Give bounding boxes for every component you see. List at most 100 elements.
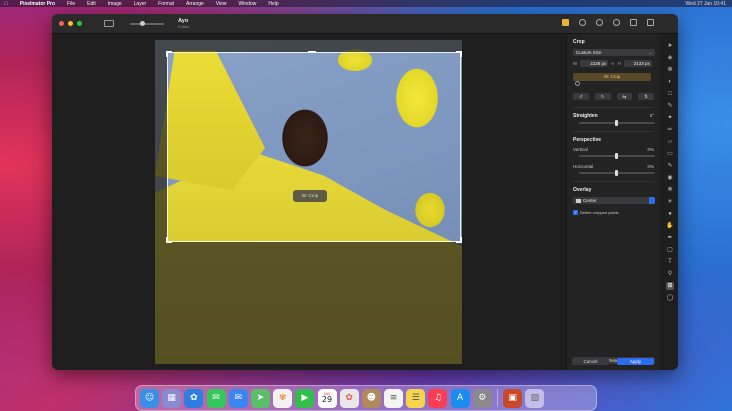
- document-title: Ayo Edited: [178, 18, 189, 30]
- horizontal-slider[interactable]: [579, 170, 655, 177]
- crop-preset-select[interactable]: Custom Size ⌄: [573, 49, 655, 56]
- style-tool-icon[interactable]: ◈: [666, 54, 674, 62]
- trash-icon[interactable]: ▧: [525, 388, 545, 408]
- horizontal-value[interactable]: 0%: [647, 164, 654, 169]
- crop-handle-bottom-right[interactable]: [456, 237, 462, 243]
- pixelmator-icon[interactable]: ✿: [339, 388, 359, 408]
- menu-arrange[interactable]: Arrange: [186, 1, 204, 7]
- overlay-select[interactable]: Center: [573, 197, 655, 205]
- calendar-icon[interactable]: JAN 29: [317, 388, 337, 408]
- menu-help[interactable]: Help: [268, 1, 278, 7]
- pen-tool-icon[interactable]: ✒: [666, 234, 674, 242]
- smart-select-icon[interactable]: ✎: [666, 102, 674, 110]
- photo-thumbnail-icon[interactable]: ▣: [503, 388, 523, 408]
- warp-tool-icon[interactable]: ✋: [666, 222, 674, 230]
- crop-handle-bottom-left[interactable]: [166, 237, 172, 243]
- crop-tool-icon[interactable]: ⊞: [666, 282, 674, 290]
- titlebar-tools: [562, 19, 654, 26]
- fill-tool-icon[interactable]: ▱: [666, 138, 674, 146]
- menu-file[interactable]: File: [67, 1, 75, 7]
- adjust-icon[interactable]: [596, 19, 603, 26]
- section-straighten-title: Straighten: [573, 113, 598, 120]
- height-field[interactable]: 2133 px: [623, 60, 652, 67]
- straighten-slider[interactable]: [579, 120, 655, 127]
- menu-window[interactable]: Window: [239, 1, 257, 7]
- flip-vertical-icon[interactable]: ⇅: [638, 93, 654, 101]
- dock: ☺ ▦ ✿ ✉ ✉ ➤ ✾ ▶ JAN 29 ✿ ☻ ≡ ☰ ♫ A ⚙ ▣ ▧: [135, 385, 597, 411]
- crop-handle-top-right[interactable]: [456, 51, 462, 57]
- zoom-tool-icon[interactable]: ⚲: [666, 270, 674, 278]
- crop-frame[interactable]: [166, 51, 462, 243]
- vertical-slider[interactable]: [579, 153, 655, 160]
- arrange-tool-icon[interactable]: ➤: [666, 42, 674, 50]
- delete-cropped-checkbox[interactable]: ✓: [573, 210, 578, 216]
- light-tool-icon[interactable]: ☀: [666, 198, 674, 206]
- menu-edit[interactable]: Edit: [87, 1, 96, 7]
- reminders-icon[interactable]: ≡: [384, 388, 404, 408]
- paint-tool-icon[interactable]: ✏: [666, 126, 674, 134]
- sidebar-toggle-icon[interactable]: [104, 20, 114, 27]
- menu-layer[interactable]: Layer: [134, 1, 147, 7]
- rotate-left-icon[interactable]: ↺: [573, 93, 589, 101]
- minimize-window-button[interactable]: [68, 21, 73, 26]
- notes-icon[interactable]: ☰: [406, 388, 426, 408]
- straighten-slider-knob[interactable]: [615, 120, 618, 127]
- sponge-tool-icon[interactable]: ●: [666, 210, 674, 218]
- facetime-icon[interactable]: ▶: [295, 388, 315, 408]
- maps-icon[interactable]: ➤: [250, 388, 270, 408]
- finder-icon[interactable]: ☺: [140, 388, 159, 408]
- adjust-tool-icon[interactable]: ◐: [666, 78, 674, 86]
- brush-tool-icon[interactable]: ✎: [666, 162, 674, 170]
- menubar-clock[interactable]: Wed 27 Jan 10:41: [686, 1, 727, 7]
- launchpad-icon[interactable]: ▦: [162, 388, 182, 408]
- fullscreen-icon[interactable]: [647, 19, 654, 26]
- mail-icon[interactable]: ✉: [228, 388, 248, 408]
- apply-crop-button[interactable]: W: Crop: [573, 73, 651, 81]
- image-canvas[interactable]: W: Crop: [155, 40, 462, 364]
- info-icon[interactable]: [579, 19, 586, 26]
- rotate-flip-row: ↺ ↻ ⇆ ⇅: [573, 93, 654, 101]
- menu-format[interactable]: Format: [158, 1, 174, 7]
- clone-tool-icon[interactable]: ◉: [666, 174, 674, 182]
- app-store-icon[interactable]: A: [450, 388, 470, 408]
- rotate-right-icon[interactable]: ↻: [594, 93, 611, 101]
- overlay-popup-button[interactable]: [649, 197, 655, 205]
- vertical-slider-knob[interactable]: [615, 153, 618, 160]
- selection-tool-icon[interactable]: □: [666, 90, 674, 98]
- messages-icon[interactable]: ✉: [206, 388, 226, 408]
- flip-horizontal-icon[interactable]: ⇆: [616, 93, 633, 101]
- zoom-window-button[interactable]: [77, 21, 82, 26]
- menu-app[interactable]: Pixelmator Pro: [20, 1, 55, 7]
- color-picker-icon[interactable]: ◯: [666, 294, 674, 302]
- music-icon[interactable]: ♫: [428, 388, 448, 408]
- menu-view[interactable]: View: [216, 1, 227, 7]
- more-icon[interactable]: [613, 19, 620, 26]
- repair-tool-icon[interactable]: ❋: [666, 186, 674, 194]
- width-field[interactable]: 2236 px: [580, 60, 609, 67]
- shape-tool-icon[interactable]: ▢: [666, 246, 674, 254]
- straighten-header: Straighten 0°: [573, 113, 654, 119]
- system-preferences-icon[interactable]: ⚙: [472, 388, 492, 408]
- share-icon[interactable]: [630, 19, 637, 26]
- link-icon[interactable]: ∞: [611, 61, 614, 66]
- crop-handle-top-left[interactable]: [166, 51, 172, 57]
- zoom-slider[interactable]: [130, 20, 164, 26]
- type-tool-icon[interactable]: T: [666, 258, 674, 266]
- vertical-value[interactable]: 0%: [647, 147, 654, 152]
- horizontal-slider-knob[interactable]: [615, 170, 618, 177]
- apply-button[interactable]: Apply: [617, 358, 654, 365]
- crop-reset-icon[interactable]: [575, 81, 580, 87]
- contacts-icon[interactable]: ☻: [361, 388, 381, 408]
- retouch-tool-icon[interactable]: ✦: [666, 114, 674, 122]
- close-window-button[interactable]: [59, 21, 64, 26]
- effects-tool-icon[interactable]: ❁: [666, 66, 674, 74]
- erase-tool-icon[interactable]: ▭: [666, 150, 674, 158]
- apple-menu-icon[interactable]: : [4, 1, 8, 7]
- cancel-button[interactable]: Cancel: [572, 358, 609, 365]
- menu-image[interactable]: Image: [108, 1, 122, 7]
- photos-icon[interactable]: ✾: [273, 388, 293, 408]
- tools-icon[interactable]: [562, 19, 569, 26]
- crop-handle-top[interactable]: [308, 51, 316, 53]
- safari-icon[interactable]: ✿: [184, 388, 204, 408]
- straighten-value[interactable]: 0°: [650, 113, 654, 119]
